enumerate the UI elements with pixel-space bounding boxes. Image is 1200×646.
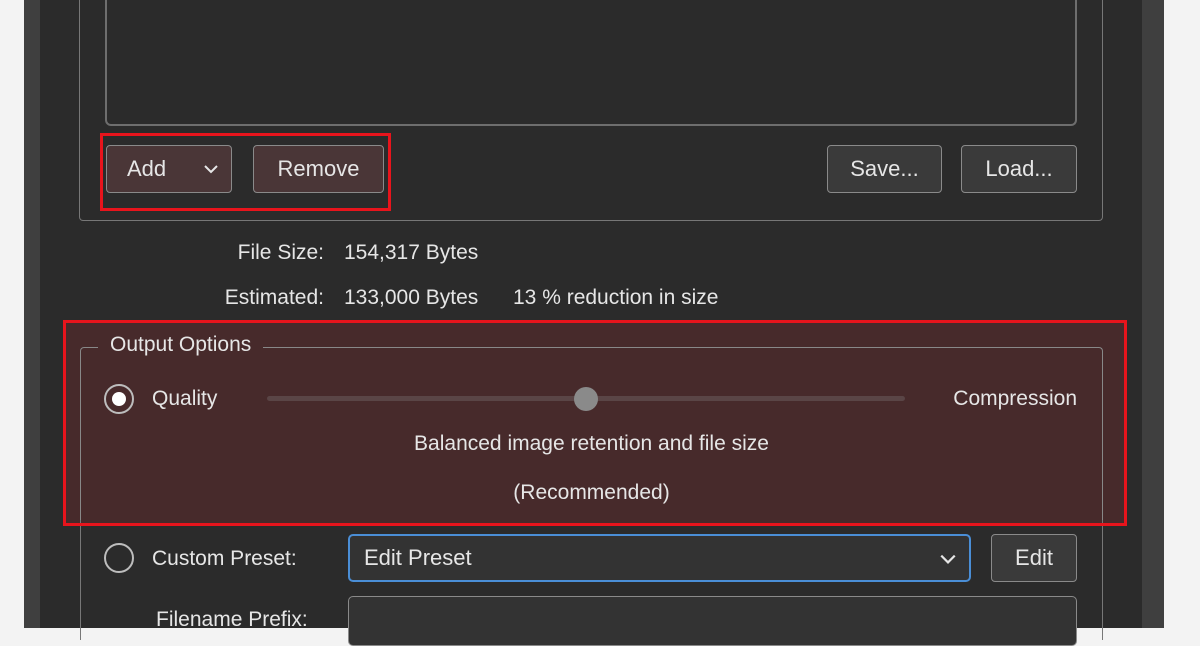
save-button[interactable]: Save... (827, 145, 942, 193)
filename-prefix-input[interactable] (348, 596, 1077, 646)
custom-preset-label: Custom Preset: (152, 547, 297, 570)
filename-prefix-label: Filename Prefix: (156, 608, 308, 631)
preset-list[interactable] (105, 0, 1077, 126)
chevron-down-icon (939, 550, 957, 568)
custom-preset-radio[interactable] (104, 543, 134, 573)
edit-button[interactable]: Edit (991, 534, 1077, 582)
file-size-label: File Size: (237, 241, 324, 264)
preset-select[interactable]: Edit Preset (348, 534, 971, 582)
reduction-text: 13 % reduction in size (513, 286, 719, 309)
estimated-value: 133,000 Bytes (344, 286, 479, 309)
preset-select-value: Edit Preset (364, 545, 472, 570)
output-options-highlight (63, 320, 1127, 526)
file-size-value: 154,317 Bytes (344, 241, 479, 264)
load-button[interactable]: Load... (961, 145, 1077, 193)
add-remove-highlight (100, 133, 391, 211)
estimated-label: Estimated: (224, 286, 324, 309)
